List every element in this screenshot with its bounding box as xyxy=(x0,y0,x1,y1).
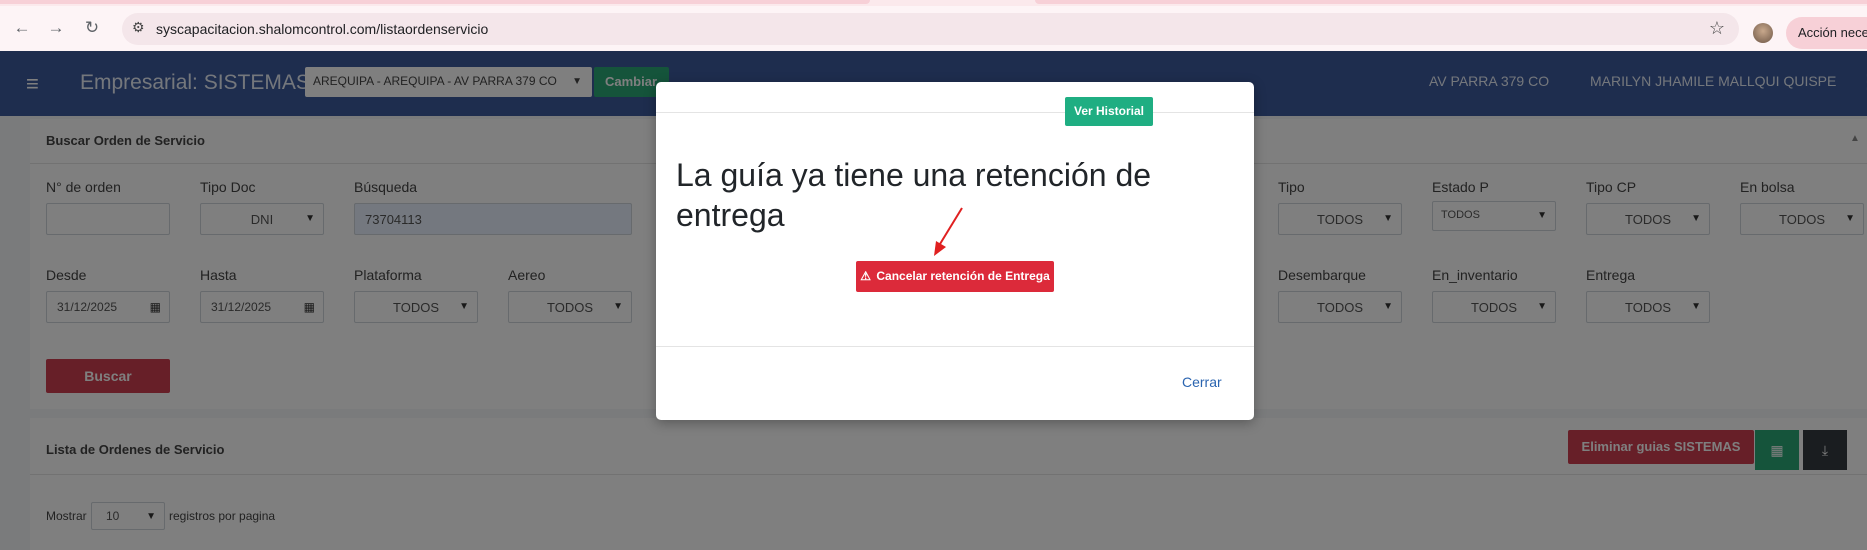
close-button[interactable]: Cerrar xyxy=(1182,374,1222,390)
retention-modal: Ver Historial La guía ya tiene una reten… xyxy=(656,82,1254,420)
back-arrow-icon[interactable]: ← xyxy=(10,16,34,40)
action-required-button[interactable]: Acción necesaria xyxy=(1786,17,1867,49)
view-history-button[interactable]: Ver Historial xyxy=(1065,97,1153,126)
browser-toolbar: ← → ↻ ⚙ syscapacitacion.shalomcontrol.co… xyxy=(0,6,1867,51)
site-settings-icon[interactable]: ⚙ xyxy=(132,19,145,36)
cancel-retention-label: Cancelar retención de Entrega xyxy=(876,269,1050,283)
modal-footer-divider xyxy=(656,346,1254,347)
address-bar[interactable]: ⚙ syscapacitacion.shalomcontrol.com/list… xyxy=(122,13,1739,45)
modal-message: La guía ya tiene una retención de entreg… xyxy=(676,157,1152,233)
warning-icon: ⚠ xyxy=(860,269,872,283)
url-text[interactable]: syscapacitacion.shalomcontrol.com/listao… xyxy=(156,21,488,37)
modal-header-divider xyxy=(656,112,1254,113)
bookmark-star-icon[interactable]: ☆ xyxy=(1709,18,1725,39)
cancel-retention-button[interactable]: ⚠ Cancelar retención de Entrega xyxy=(856,261,1054,292)
browser-tab[interactable] xyxy=(0,0,870,4)
profile-avatar[interactable] xyxy=(1753,23,1773,43)
reload-icon[interactable]: ↻ xyxy=(80,16,104,40)
forward-arrow-icon[interactable]: → xyxy=(44,16,68,40)
browser-tab[interactable] xyxy=(1035,0,1867,4)
